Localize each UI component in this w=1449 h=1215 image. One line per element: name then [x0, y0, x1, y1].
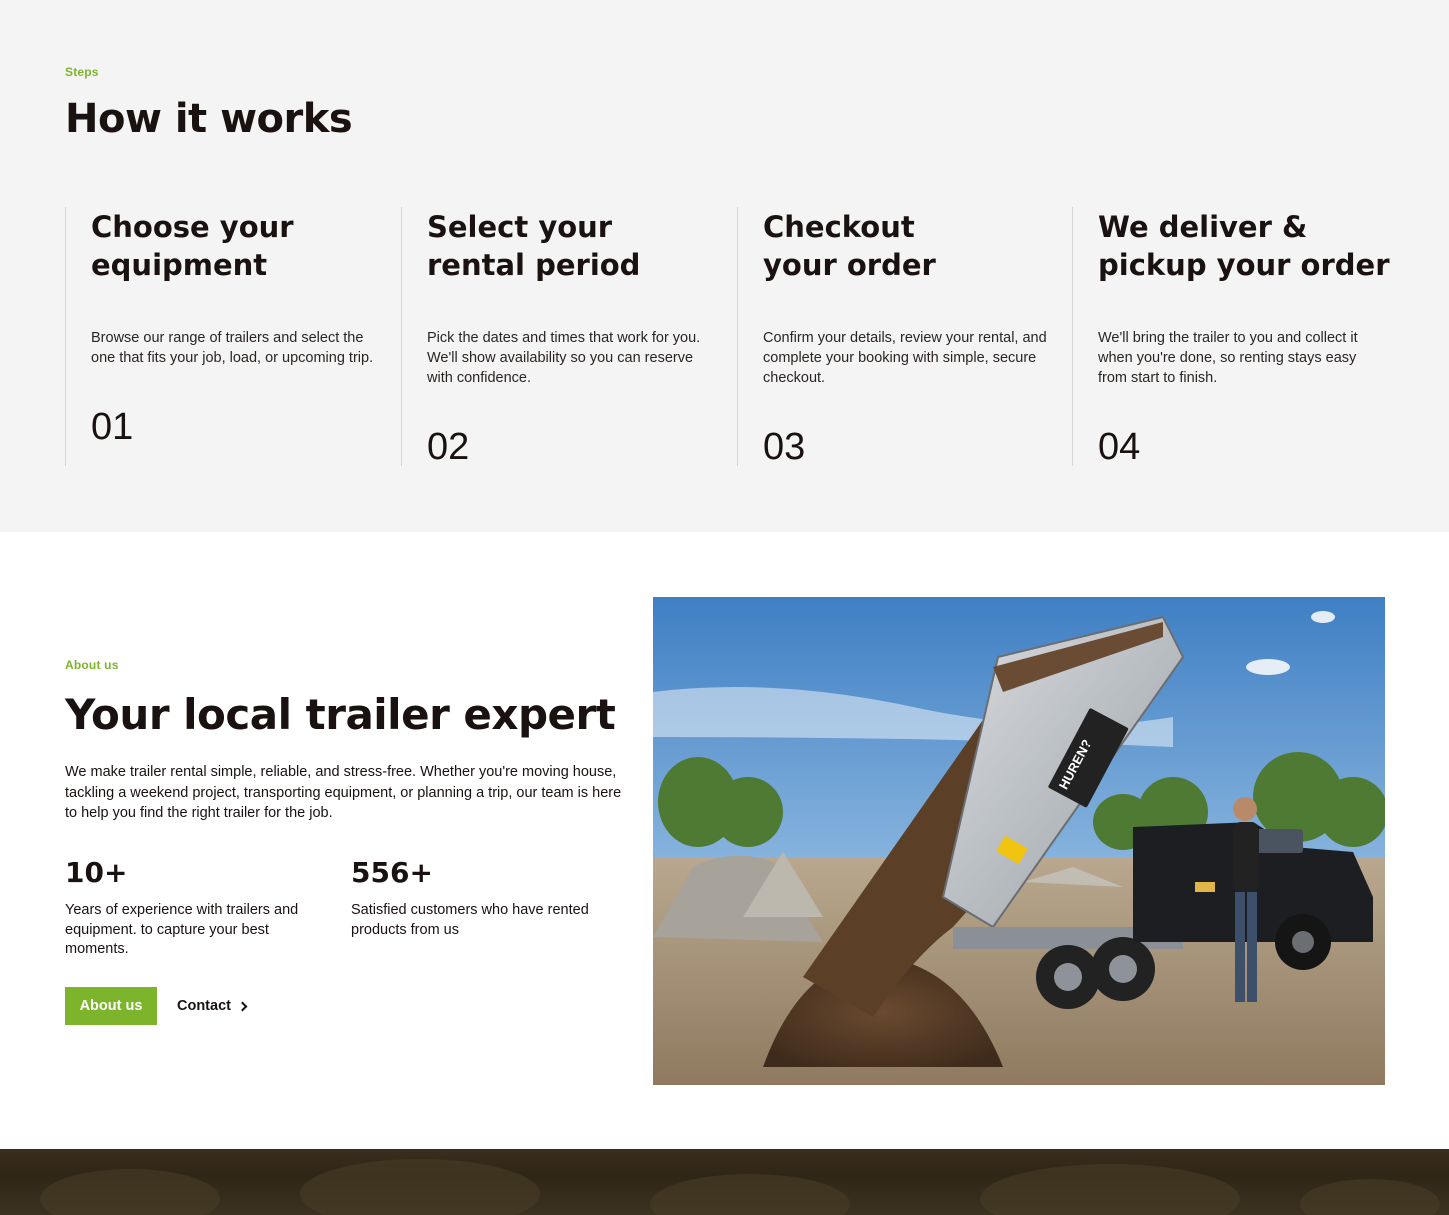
about-heading: Your local trailer expert	[65, 690, 616, 739]
contact-link[interactable]: Contact	[177, 987, 248, 1025]
step-title-line: We deliver &	[1098, 210, 1308, 244]
step-title: We deliver & pickup your order	[1098, 208, 1398, 284]
chevron-right-icon	[237, 1001, 248, 1012]
step-number: 01	[91, 406, 134, 448]
steps-section: Steps How it works Choose your equipment…	[0, 0, 1449, 532]
step-number: 03	[763, 426, 806, 468]
step-title-line: Checkout	[763, 210, 915, 244]
stat-value: 10+	[65, 856, 128, 889]
footer-hero-band	[0, 1149, 1449, 1215]
stat-label: Satisfied customers who have rented prod…	[351, 902, 589, 938]
step-number: 04	[1098, 426, 1141, 468]
stat-years: 10+ Years of experience with trailers an…	[65, 856, 315, 960]
step-description: Pick the dates and times that work for y…	[427, 330, 701, 386]
step-description: Confirm your details, review your rental…	[763, 330, 1047, 386]
step-description: We'll bring the trailer to you and colle…	[1098, 330, 1358, 386]
step-card-3: Checkout your order Confirm your details…	[737, 207, 1073, 468]
step-title-line: Select your	[427, 210, 613, 244]
step-title-line: pickup your order	[1098, 248, 1390, 282]
stat-label: Years of experience with trailers and eq…	[65, 902, 299, 957]
step-card-2: Select your rental period Pick the dates…	[401, 207, 737, 468]
step-title: Choose your equipment	[91, 208, 391, 284]
step-description: Browse our range of trailers and select …	[91, 330, 374, 366]
step-title-line: Choose your	[91, 210, 294, 244]
step-title-line: equipment	[91, 248, 268, 282]
about-description: We make trailer rental simple, reliable,…	[65, 764, 622, 821]
steps-eyebrow: Steps	[65, 65, 99, 79]
step-card-4: We deliver & pickup your order We'll bri…	[1072, 207, 1408, 468]
trailer-photo: HUREN?	[653, 597, 1385, 1085]
steps-heading: How it works	[65, 96, 353, 142]
step-title-line: rental period	[427, 248, 641, 282]
step-title: Select your rental period	[427, 208, 727, 284]
step-title: Checkout your order	[763, 208, 1063, 284]
stat-value: 556+	[351, 856, 433, 889]
stat-customers: 556+ Satisfied customers who have rented…	[351, 856, 601, 940]
step-title-line: your order	[763, 248, 936, 282]
about-us-button[interactable]: About us	[65, 987, 157, 1025]
step-card-1: Choose your equipment Browse our range o…	[65, 207, 401, 466]
about-eyebrow: About us	[65, 658, 119, 672]
step-number: 02	[427, 426, 470, 468]
contact-link-label: Contact	[177, 998, 231, 1014]
